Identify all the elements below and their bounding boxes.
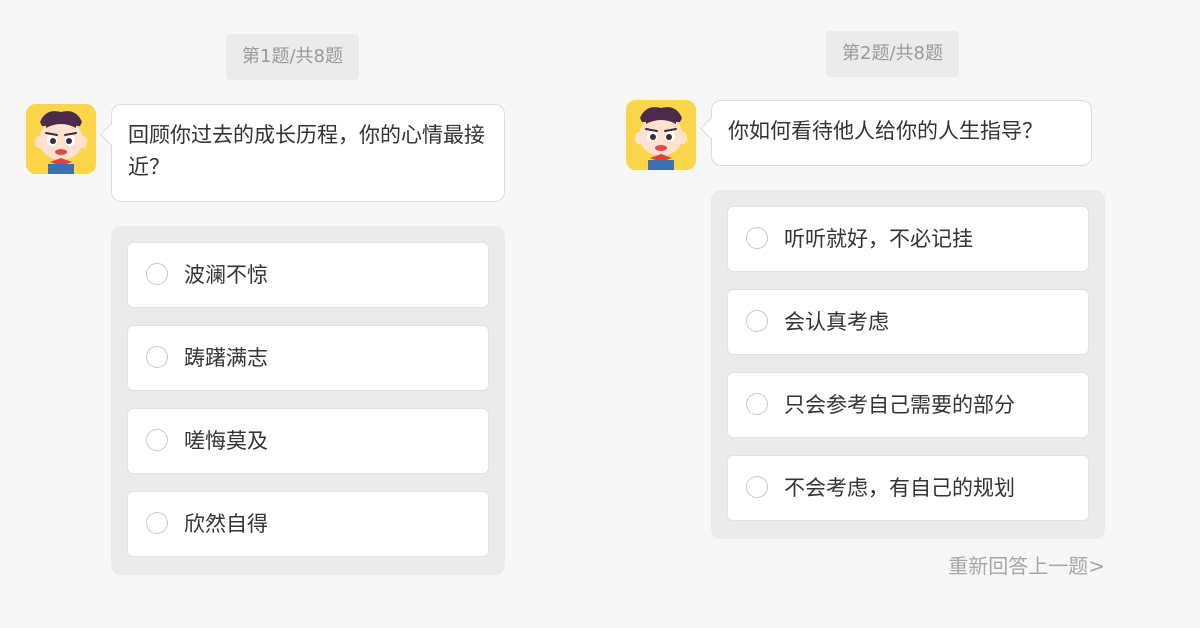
question-counter: 第2题/共8题	[826, 31, 959, 77]
radio-button[interactable]	[746, 476, 768, 498]
question-text: 回顾你过去的成长历程，你的心情最接近？	[128, 123, 485, 179]
option-1[interactable]: 听听就好，不必记挂	[727, 206, 1089, 272]
radio-button[interactable]	[146, 512, 168, 534]
question-card-1: 第1题/共8题 回顾你过去的成长历程，你的心情最接近？ 波澜不惊 踌躇满志 嗟悔…	[0, 0, 600, 628]
option-2[interactable]: 会认真考虑	[727, 289, 1089, 355]
options-list: 听听就好，不必记挂 会认真考虑 只会参考自己需要的部分 不会考虑，有自己的规划	[711, 190, 1105, 539]
option-label: 波澜不惊	[184, 263, 268, 287]
radio-button[interactable]	[146, 429, 168, 451]
option-label: 不会考虑，有自己的规划	[784, 476, 1015, 500]
question-card-2: 第2题/共8题 你如何看待他人给你的人生指导？ 听听就好，不必记挂 会认真考虑 …	[600, 0, 1200, 628]
option-label: 会认真考虑	[784, 310, 889, 334]
option-3[interactable]: 嗟悔莫及	[127, 408, 489, 474]
radio-button[interactable]	[146, 263, 168, 285]
bubble-tail	[699, 117, 722, 140]
option-label: 只会参考自己需要的部分	[784, 393, 1015, 417]
options-list: 波澜不惊 踌躇满志 嗟悔莫及 欣然自得	[111, 226, 505, 575]
bubble-tail	[99, 123, 122, 146]
option-4[interactable]: 不会考虑，有自己的规划	[727, 455, 1089, 521]
radio-button[interactable]	[746, 227, 768, 249]
option-label: 欣然自得	[184, 512, 268, 536]
option-label: 踌躇满志	[184, 346, 268, 370]
option-2[interactable]: 踌躇满志	[127, 325, 489, 391]
option-4[interactable]: 欣然自得	[127, 491, 489, 557]
cartoon-boy-icon	[626, 100, 696, 170]
option-3[interactable]: 只会参考自己需要的部分	[727, 372, 1089, 438]
avatar	[26, 104, 96, 174]
option-label: 嗟悔莫及	[184, 429, 268, 453]
reanswer-previous-link[interactable]: 重新回答上一题>	[948, 550, 1105, 579]
question-bubble: 回顾你过去的成长历程，你的心情最接近？	[99, 104, 505, 202]
question-bubble: 你如何看待他人给你的人生指导？	[699, 100, 1092, 166]
radio-button[interactable]	[146, 346, 168, 368]
option-label: 听听就好，不必记挂	[784, 227, 973, 251]
radio-button[interactable]	[746, 310, 768, 332]
cartoon-boy-icon	[26, 104, 96, 174]
question-text: 你如何看待他人给你的人生指导？	[728, 119, 1043, 143]
question-counter: 第1题/共8题	[226, 34, 359, 80]
radio-button[interactable]	[746, 393, 768, 415]
option-1[interactable]: 波澜不惊	[127, 242, 489, 308]
avatar	[626, 100, 696, 170]
